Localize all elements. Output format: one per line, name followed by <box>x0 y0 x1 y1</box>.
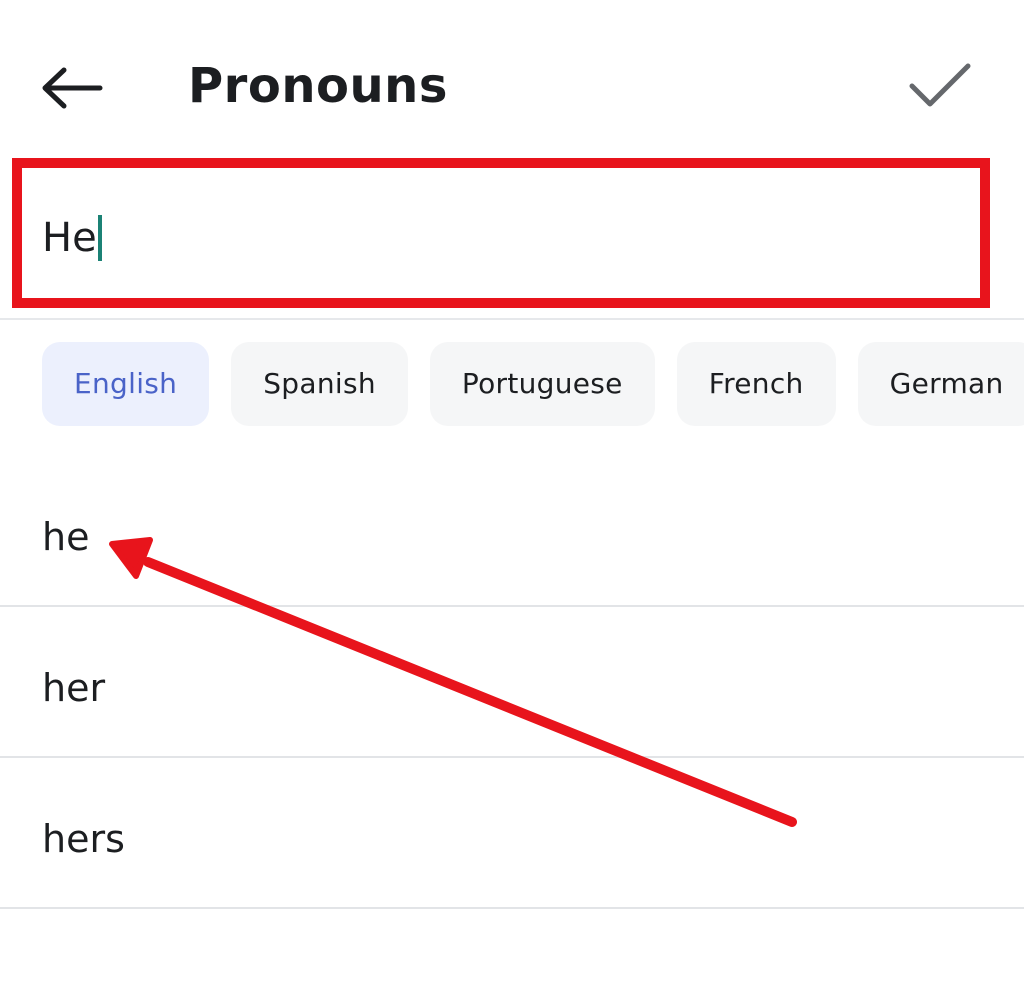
list-item-label: he <box>42 515 90 559</box>
suggestion-hers[interactable]: hers <box>0 758 1024 909</box>
pronoun-input-value: He <box>42 215 97 261</box>
pronouns-screen: Pronouns He English Spanish Portuguese F… <box>0 0 1024 998</box>
back-button[interactable] <box>30 52 114 124</box>
pronoun-input-highlight: He <box>12 158 990 308</box>
chip-german[interactable]: German <box>857 342 1024 426</box>
suggestion-he[interactable]: he <box>0 456 1024 607</box>
page-title: Pronouns <box>188 58 448 114</box>
list-item-label: hers <box>42 817 125 861</box>
confirm-button[interactable] <box>896 48 984 124</box>
list-item-label: her <box>42 666 106 710</box>
pronoun-suggestions: he her hers <box>0 456 1024 909</box>
text-caret <box>97 215 102 261</box>
checkmark-icon <box>909 63 971 107</box>
language-chips: English Spanish Portuguese French German <box>42 342 1024 426</box>
suggestion-her[interactable]: her <box>0 607 1024 758</box>
arrow-left-icon <box>42 67 103 109</box>
chip-french[interactable]: French <box>676 342 836 426</box>
header: Pronouns <box>0 0 1024 160</box>
chip-spanish[interactable]: Spanish <box>231 342 408 426</box>
pronoun-input[interactable]: He <box>42 212 102 264</box>
divider <box>0 318 1024 320</box>
chip-portuguese[interactable]: Portuguese <box>429 342 655 426</box>
chip-english[interactable]: English <box>42 342 210 426</box>
